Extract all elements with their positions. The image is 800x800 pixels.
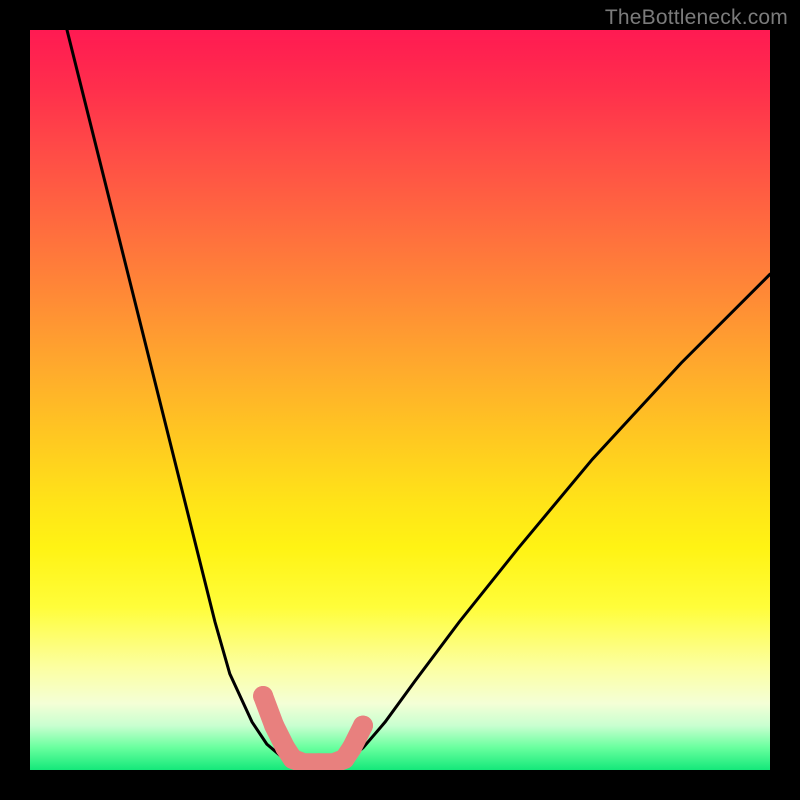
- chart-frame: TheBottleneck.com: [0, 0, 800, 800]
- curve-group: [67, 30, 770, 763]
- valley-marker-dot: [342, 738, 362, 758]
- chart-svg: [30, 30, 770, 770]
- valley-marker-dot: [353, 716, 373, 736]
- valley-marker-dot: [253, 686, 273, 706]
- left-curve-path: [67, 30, 304, 763]
- plot-area: [30, 30, 770, 770]
- watermark-text: TheBottleneck.com: [605, 6, 788, 30]
- valley-marker-dot: [264, 716, 284, 736]
- valley-marker-group: [253, 686, 373, 770]
- right-curve-path: [337, 274, 770, 763]
